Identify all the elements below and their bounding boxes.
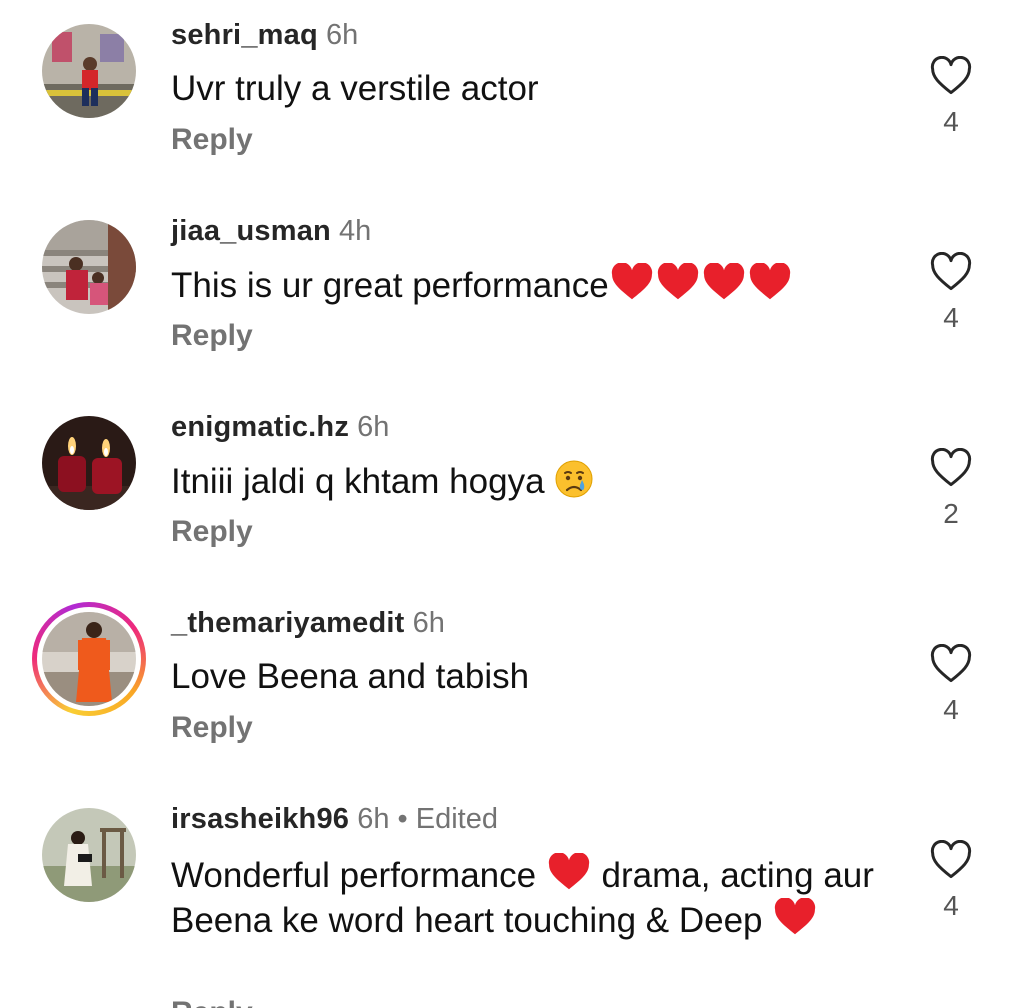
like-button[interactable]: 4	[928, 252, 974, 334]
comment-text: Wonderful performance drama, acting aur …	[171, 853, 891, 943]
timestamp: 6h	[325, 19, 359, 51]
username[interactable]: enigmatic.hz	[171, 411, 349, 443]
like-count: 4	[943, 106, 959, 137]
comment-text-body: Wonderful performance	[171, 856, 546, 895]
username[interactable]: irsasheikh96	[171, 803, 349, 835]
comment-text: This is ur great performance	[171, 263, 891, 308]
separator-dot: •	[397, 803, 408, 835]
avatar[interactable]	[42, 24, 136, 118]
timestamp: 6h	[357, 803, 390, 835]
username[interactable]: sehri_maq	[171, 19, 318, 51]
comment-meta: _themariyamedit 6h	[171, 606, 445, 640]
red-heart-emoji	[609, 263, 655, 305]
edited-label: Edited	[415, 803, 498, 835]
timestamp: 6h	[357, 411, 390, 443]
like-button[interactable]: 2	[928, 448, 974, 530]
avatar[interactable]	[42, 220, 136, 314]
reply-button[interactable]: Reply	[171, 995, 253, 1008]
heart-outline-icon	[928, 56, 974, 96]
comment-meta: irsasheikh96 6h • Edited	[171, 802, 498, 836]
comment-text-body: This is ur great performance	[171, 266, 609, 305]
crying-face-emoji	[554, 460, 594, 501]
comment-text: Love Beena and tabish	[171, 657, 530, 696]
username[interactable]: _themariyamedit	[171, 607, 405, 639]
heart-outline-icon	[928, 644, 974, 684]
like-count: 4	[943, 890, 959, 921]
reply-button[interactable]: Reply	[171, 710, 253, 746]
avatar[interactable]	[42, 808, 136, 902]
heart-outline-icon	[928, 448, 974, 488]
story-ring[interactable]	[32, 602, 146, 716]
reply-button[interactable]: Reply	[171, 122, 253, 158]
red-heart-emoji	[772, 898, 818, 940]
heart-outline-icon	[928, 252, 974, 292]
comment-text: Uvr truly a verstile actor	[171, 69, 539, 108]
like-count: 4	[943, 302, 959, 333]
comment-text: Itniii jaldi q khtam hogya	[171, 459, 891, 504]
like-button[interactable]: 4	[928, 56, 974, 138]
username[interactable]: jiaa_usman	[171, 215, 331, 247]
comment-meta: enigmatic.hz 6h	[171, 410, 389, 444]
like-count: 4	[943, 694, 959, 725]
comment-meta: jiaa_usman 4h	[171, 214, 371, 248]
reply-button[interactable]: Reply	[171, 514, 253, 550]
red-heart-emoji	[747, 263, 793, 305]
reply-button[interactable]: Reply	[171, 318, 253, 354]
avatar[interactable]	[42, 416, 136, 510]
like-button[interactable]: 4	[928, 840, 974, 922]
comment-meta: sehri_maq 6h	[171, 18, 358, 52]
red-heart-emoji	[655, 263, 701, 305]
avatar	[42, 612, 136, 706]
like-button[interactable]: 4	[928, 644, 974, 726]
timestamp: 4h	[339, 215, 372, 247]
timestamp: 6h	[412, 607, 445, 639]
heart-outline-icon	[928, 840, 974, 880]
red-heart-emoji	[701, 263, 747, 305]
comment-text-body: Itniii jaldi q khtam hogya	[171, 462, 555, 501]
red-heart-emoji	[546, 853, 592, 895]
like-count: 2	[943, 498, 959, 529]
